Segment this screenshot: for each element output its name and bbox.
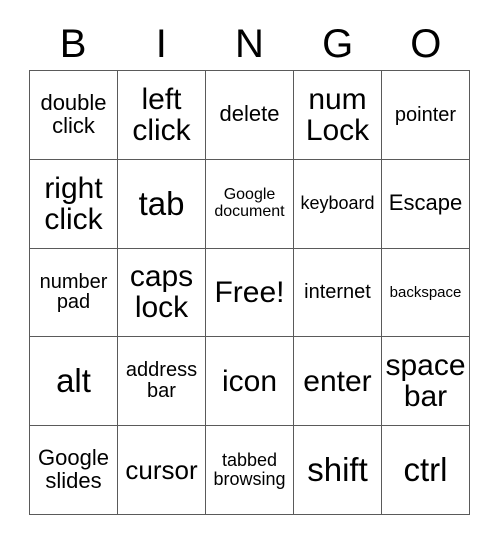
bingo-cell-label: tabbed browsing	[213, 450, 286, 490]
bingo-cell-label: keyboard	[300, 193, 375, 214]
bingo-cell-n-1[interactable]: delete	[206, 71, 294, 160]
bingo-cell-i-1[interactable]: left click	[118, 71, 206, 160]
bingo-cell-n-5[interactable]: tabbed browsing	[206, 426, 294, 515]
bingo-cell-b-1[interactable]: double click	[30, 71, 118, 160]
bingo-cell-g-5[interactable]: shift	[294, 426, 382, 515]
bingo-free-cell[interactable]: Free!	[206, 248, 294, 338]
bingo-cell-label: delete	[219, 101, 280, 127]
bingo-cell-g-3[interactable]: internet	[294, 248, 382, 338]
bingo-cell-label: shift	[307, 450, 368, 488]
bingo-cell-label: tab	[138, 184, 185, 222]
bingo-cell-label: internet	[304, 281, 371, 304]
bingo-cell-label: caps lock	[129, 260, 194, 325]
bingo-header-letter-g: G	[322, 22, 354, 66]
bingo-header-letter-b: B	[59, 22, 87, 66]
bingo-cell-label: number pad	[39, 270, 108, 314]
bingo-cell-n-4[interactable]: icon	[206, 337, 294, 427]
bingo-cell-label: left click	[132, 82, 191, 147]
bingo-grid: double click left click delete num Lock poin…	[29, 70, 470, 515]
bingo-cell-label: space bar	[385, 349, 466, 414]
bingo-cell-i-4[interactable]: address bar	[118, 337, 206, 427]
bingo-header-letter-o: O	[410, 22, 442, 66]
bingo-cell-i-3[interactable]: caps lock	[118, 248, 206, 338]
bingo-cell-b-4[interactable]: alt	[30, 337, 118, 427]
bingo-cell-label: double click	[40, 90, 107, 138]
bingo-cell-i-2[interactable]: tab	[118, 159, 206, 249]
bingo-header-row: BINGO	[29, 18, 470, 70]
bingo-cell-b-5[interactable]: Google slides	[30, 426, 118, 515]
bingo-cell-label: right click	[44, 171, 103, 236]
bingo-cell-b-2[interactable]: right click	[30, 159, 118, 249]
bingo-cell-label: icon	[221, 364, 278, 398]
bingo-cell-label: Free!	[214, 275, 285, 309]
bingo-cell-label: alt	[56, 362, 91, 400]
bingo-cell-label: backspace	[389, 283, 462, 301]
bingo-cell-o-2[interactable]: Escape	[382, 159, 470, 249]
bingo-cell-label: ctrl	[403, 450, 448, 488]
bingo-cell-g-4[interactable]: enter	[294, 337, 382, 427]
bingo-cell-label: num Lock	[305, 82, 370, 147]
bingo-cell-o-5[interactable]: ctrl	[382, 426, 470, 515]
bingo-cell-label: pointer	[394, 103, 457, 126]
bingo-cell-i-5[interactable]: cursor	[118, 426, 206, 515]
bingo-cell-o-4[interactable]: space bar	[382, 337, 470, 427]
bingo-cell-label: Google slides	[38, 445, 109, 494]
bingo-cell-g-2[interactable]: keyboard	[294, 159, 382, 249]
bingo-cell-label: Google document	[214, 186, 285, 220]
bingo-cell-b-3[interactable]: number pad	[30, 248, 118, 338]
bingo-cell-label: enter	[303, 364, 372, 398]
bingo-cell-o-3[interactable]: backspace	[382, 248, 470, 338]
bingo-cell-label: cursor	[125, 454, 198, 485]
bingo-cell-label: address bar	[125, 359, 198, 403]
bingo-cell-n-2[interactable]: Google document	[206, 159, 294, 249]
bingo-cell-g-1[interactable]: num Lock	[294, 71, 382, 160]
bingo-cell-label: Escape	[388, 190, 463, 216]
bingo-header-letter-i: I	[155, 22, 167, 66]
bingo-cell-o-1[interactable]: pointer	[382, 71, 470, 160]
bingo-card: B I N G O double click left click delete num Lo…	[0, 0, 500, 544]
bingo-header-letter-n: N	[235, 22, 264, 66]
